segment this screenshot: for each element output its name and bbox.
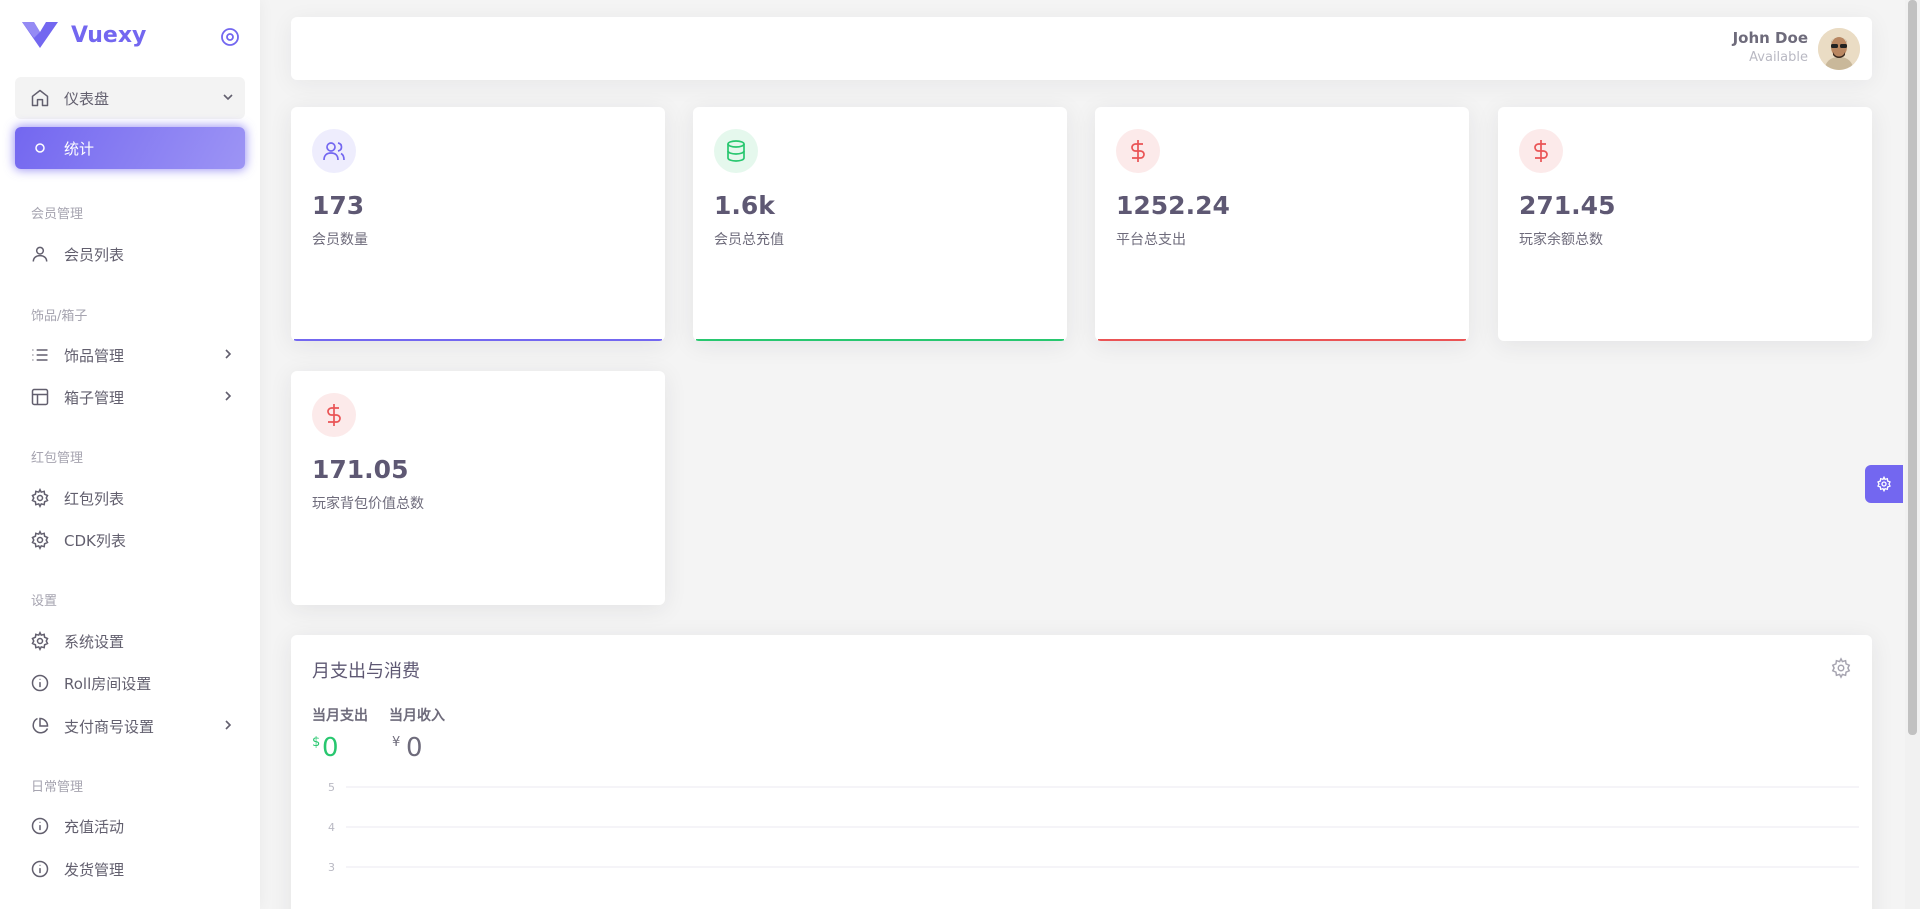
nav-dashboard-label: 仪表盘 [64, 89, 110, 108]
chart-title: 月支出与消费 [312, 661, 420, 682]
nav-recharge-activity[interactable]: 充值活动 [15, 805, 245, 847]
nav-shipping-management[interactable]: 发货管理 [15, 848, 245, 890]
nav-cdk-list[interactable]: CDK列表 [15, 519, 245, 561]
stat-label: 平台总支出 [1116, 232, 1186, 248]
layout-icon [30, 387, 50, 407]
dollar-icon [1519, 129, 1563, 173]
home-icon [30, 88, 50, 108]
nav-box-management[interactable]: 箱子管理 [15, 376, 245, 418]
info-icon [30, 859, 50, 879]
y-tick-label: 3 [328, 861, 335, 874]
chevron-right-icon [225, 391, 232, 401]
settings-icon [30, 530, 50, 550]
stat-card-expense: 1252.24 平台总支出 [1095, 107, 1469, 341]
stat-card-members: 173 会员数量 [291, 107, 665, 341]
income-value: 0 [406, 733, 423, 763]
nav-system-settings[interactable]: 系统设置 [15, 620, 245, 662]
stat-accent-bar [294, 339, 662, 341]
stat-card-recharge: 1.6k 会员总充值 [693, 107, 1067, 341]
brand[interactable]: Vuexy [22, 20, 146, 50]
stat-label: 会员总充值 [714, 232, 784, 248]
user-name[interactable]: John Doe [1733, 29, 1808, 47]
stat-value: 173 [312, 191, 365, 220]
stat-label: 玩家余额总数 [1519, 232, 1603, 248]
customizer-toggle[interactable] [1865, 465, 1903, 503]
top-navbar: John Doe Available [291, 17, 1872, 80]
collapse-toggle-icon[interactable] [220, 27, 240, 47]
user-icon [30, 244, 50, 264]
user-status: Available [1749, 50, 1808, 65]
vuexy-logo-icon [22, 22, 58, 48]
settings-icon [1877, 476, 1891, 492]
info-icon [30, 673, 50, 693]
nav-stats[interactable]: 统计 [15, 127, 245, 169]
dollar-icon [312, 393, 356, 437]
monthly-chart-card: 月支出与消费 当月支出 $ 0 当月收入 ¥ 0 5 4 3 [291, 635, 1872, 909]
nav-box-management-label: 箱子管理 [64, 388, 125, 407]
nav-member-list[interactable]: 会员列表 [15, 233, 245, 275]
nav-header-settings: 设置 [31, 594, 58, 609]
stat-accent-bar [1098, 339, 1466, 341]
nav-roll-settings[interactable]: Roll房间设置 [15, 662, 245, 704]
stat-value: 1.6k [714, 191, 775, 220]
settings-icon[interactable] [1830, 657, 1852, 679]
settings-icon [30, 488, 50, 508]
nav-redpacket-list-label: 红包列表 [64, 489, 125, 508]
nav-dashboard[interactable]: 仪表盘 [15, 77, 245, 119]
brand-name: Vuexy [71, 22, 147, 48]
nav-system-settings-label: 系统设置 [64, 632, 125, 651]
nav-header-items: 饰品/箱子 [31, 309, 88, 324]
nav-stats-label: 统计 [64, 139, 95, 158]
nav-header-redpacket: 红包管理 [31, 451, 84, 466]
nav-redpacket-list[interactable]: 红包列表 [15, 477, 245, 519]
page-scrollbar[interactable] [1905, 0, 1920, 909]
nav-header-daily: 日常管理 [31, 780, 84, 795]
nav-item-management-label: 饰品管理 [64, 346, 125, 365]
nav-payment-settings-label: 支付商号设置 [64, 717, 155, 736]
nav-item-management[interactable]: 饰品管理 [15, 334, 245, 376]
expense-label: 当月支出 [312, 708, 368, 724]
info-icon [30, 816, 50, 836]
stat-card-backpack: 171.05 玩家背包价值总数 [291, 371, 665, 605]
nav-roll-settings-label: Roll房间设置 [64, 674, 152, 693]
expense-currency: $ [312, 735, 321, 750]
income-currency: ¥ [392, 735, 401, 750]
stat-label: 玩家背包价值总数 [312, 496, 424, 512]
users-icon [312, 129, 356, 173]
stat-label: 会员数量 [312, 232, 368, 248]
chevron-right-icon [225, 349, 232, 359]
nav-payment-settings[interactable]: 支付商号设置 [15, 705, 245, 747]
monthly-chart: 5 4 3 [328, 781, 1859, 874]
dollar-icon [1116, 129, 1160, 173]
scrollbar-thumb[interactable] [1908, 0, 1917, 735]
stat-accent-bar [696, 339, 1064, 341]
list-icon [30, 345, 50, 365]
nav-header-members: 会员管理 [31, 207, 84, 222]
stat-value: 1252.24 [1116, 191, 1230, 220]
y-tick-label: 4 [328, 821, 335, 834]
expense-value: 0 [322, 733, 339, 763]
nav-member-list-label: 会员列表 [64, 245, 125, 264]
stat-value: 171.05 [312, 455, 409, 484]
chevron-right-icon [225, 720, 232, 730]
stat-value: 271.45 [1519, 191, 1616, 220]
income-label: 当月收入 [389, 708, 445, 724]
avatar[interactable] [1818, 28, 1860, 70]
nav-recharge-activity-label: 充值活动 [64, 817, 125, 836]
stat-card-balance: 271.45 玩家余额总数 [1498, 107, 1872, 341]
sidebar: Vuexy 仪表盘 统计 会员管理 会员列表 饰品/箱子 饰品管理 箱子管理 红… [0, 0, 260, 909]
chevron-down-icon [223, 94, 233, 101]
circle-icon [30, 138, 50, 158]
nav-shipping-management-label: 发货管理 [64, 860, 125, 879]
y-tick-label: 5 [328, 781, 335, 794]
settings-icon [30, 631, 50, 651]
database-icon [714, 129, 758, 173]
nav-cdk-list-label: CDK列表 [64, 531, 126, 550]
pie-chart-icon [30, 716, 50, 736]
